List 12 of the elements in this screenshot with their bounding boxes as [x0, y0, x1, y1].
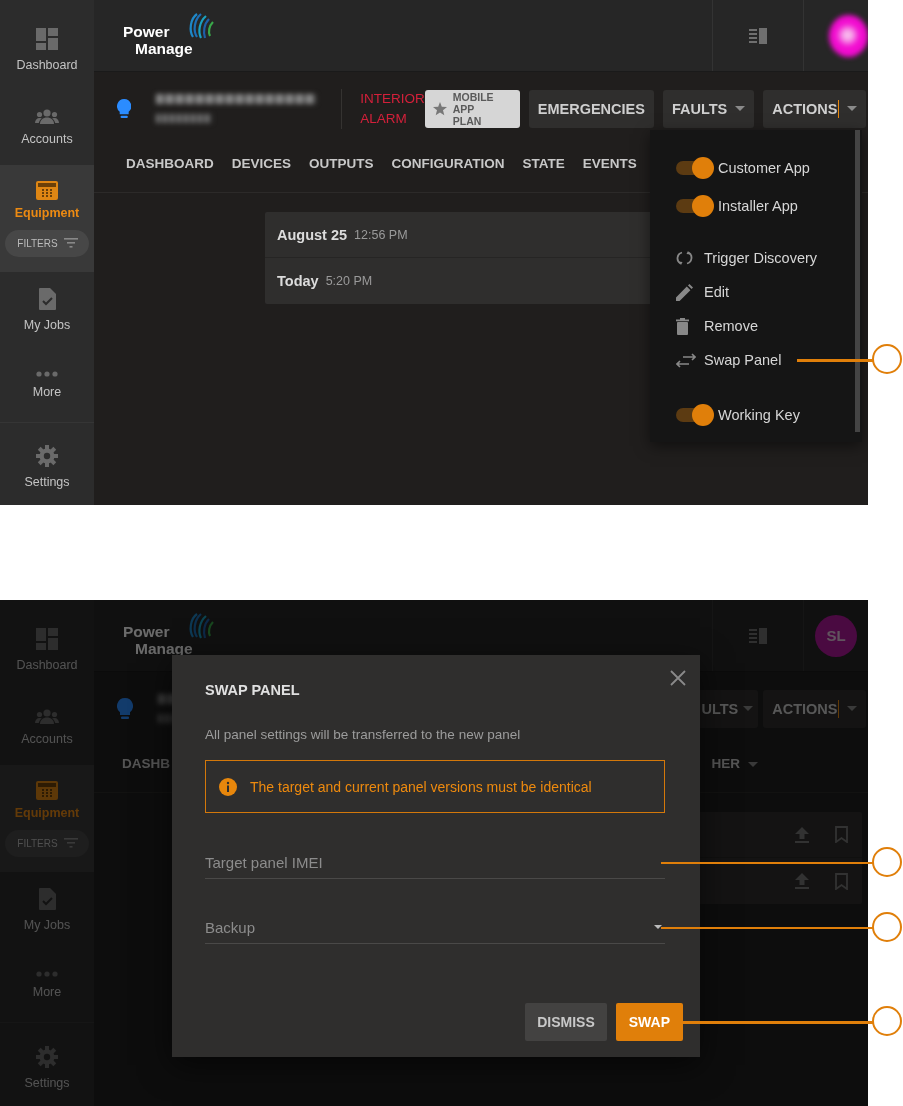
alarm-status: INTERIOR ALARM: [360, 89, 425, 128]
logo-text: Manage: [134, 40, 193, 57]
warning-text: The target and current panel versions must be identical: [250, 778, 592, 795]
dialog-text: All panel settings will be transferred to the new panel: [205, 727, 522, 742]
logo-text: Power: [123, 623, 171, 640]
logo-text: Power: [123, 23, 171, 40]
row-time: 12:56 PM: [354, 227, 408, 242]
row-time: 5:20 PM: [325, 274, 373, 288]
row-date: Today: [277, 273, 319, 289]
dialog-title: SWAP PANEL: [205, 682, 301, 698]
row-date: August 25: [277, 226, 348, 243]
logo-text: Manage: [134, 640, 193, 657]
